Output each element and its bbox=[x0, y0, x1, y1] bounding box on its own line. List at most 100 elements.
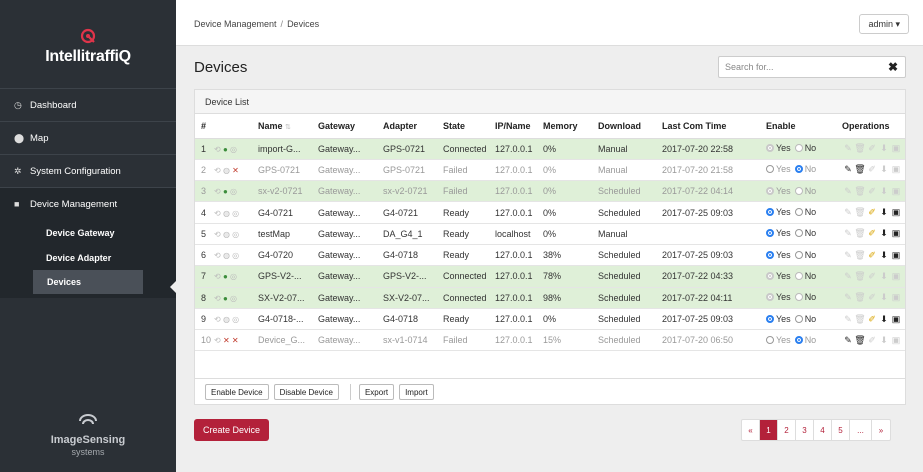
enable-radio-yes[interactable]: Yes bbox=[766, 207, 791, 217]
trash-icon[interactable]: 🗑 bbox=[854, 271, 866, 282]
edit-icon[interactable]: ✎ bbox=[842, 186, 854, 197]
nav-system-configuration[interactable]: ✲ System Configuration bbox=[0, 154, 176, 187]
disable-device-button[interactable]: Disable Device bbox=[273, 384, 339, 400]
wrench-icon[interactable]: ✐ bbox=[866, 207, 878, 218]
wrench-icon[interactable]: ✐ bbox=[866, 292, 878, 303]
enable-device-button[interactable]: Enable Device bbox=[205, 384, 269, 400]
pagination-ellipsis[interactable]: ... bbox=[850, 420, 872, 440]
edit-icon[interactable]: ✎ bbox=[842, 164, 854, 175]
table-row[interactable]: 4 ⟲ ◍ ◎ G4-0721 Gateway... G4-0721 Ready 127.0… bbox=[195, 201, 905, 224]
table-row[interactable]: 10 ⟲ ✕ ✕ Device_G... Gateway... sx-v1-0714 Fa… bbox=[195, 329, 905, 352]
wrench-icon[interactable]: ✐ bbox=[866, 271, 878, 282]
edit-icon[interactable]: ✎ bbox=[842, 314, 854, 325]
log-icon[interactable]: ▣ bbox=[890, 207, 902, 218]
nav-devices[interactable]: Devices bbox=[33, 270, 143, 294]
trash-icon[interactable]: 🗑 bbox=[854, 292, 866, 303]
enable-radio-yes[interactable]: Yes bbox=[766, 335, 791, 345]
log-icon[interactable]: ▣ bbox=[890, 314, 902, 325]
edit-icon[interactable]: ✎ bbox=[842, 228, 854, 239]
enable-radio-no[interactable]: No bbox=[794, 228, 816, 238]
table-row[interactable]: 1 ⟲ ● ◎ import-G... Gateway... GPS-0721 Conne… bbox=[195, 138, 905, 160]
wrench-icon[interactable]: ✐ bbox=[866, 228, 878, 239]
table-row[interactable]: 9 ⟲ ◍ ◎ G4-0718-... Gateway... G4-0718 Ready 1… bbox=[195, 308, 905, 331]
download-icon[interactable]: ⬇ bbox=[878, 250, 890, 261]
enable-radio-yes[interactable]: Yes bbox=[766, 314, 791, 324]
download-icon[interactable]: ⬇ bbox=[878, 164, 890, 175]
enable-radio-no[interactable]: No bbox=[794, 335, 816, 345]
import-button[interactable]: Import bbox=[399, 384, 434, 400]
brand[interactable]: IntellitraffiQ bbox=[0, 0, 176, 88]
trash-icon[interactable]: 🗑 bbox=[854, 250, 866, 261]
edit-icon[interactable]: ✎ bbox=[842, 250, 854, 261]
clear-search-icon[interactable]: ✖ bbox=[888, 60, 898, 74]
table-row[interactable]: 6 ⟲ ◍ ◎ G4-0720 Gateway... G4-0718 Ready 127.0… bbox=[195, 244, 905, 267]
wrench-icon[interactable]: ✐ bbox=[866, 314, 878, 325]
pagination-page-4[interactable]: 4 bbox=[814, 420, 832, 440]
wrench-icon[interactable]: ✐ bbox=[866, 143, 878, 154]
pagination-prev[interactable]: « bbox=[742, 420, 760, 440]
enable-radio-yes[interactable]: Yes bbox=[766, 250, 791, 260]
log-icon[interactable]: ▣ bbox=[890, 186, 902, 197]
download-icon[interactable]: ⬇ bbox=[878, 143, 890, 154]
enable-radio-no[interactable]: No bbox=[794, 143, 816, 153]
column-header[interactable]: Name ⇅ bbox=[252, 114, 312, 139]
download-icon[interactable]: ⬇ bbox=[878, 292, 890, 303]
enable-radio-no[interactable]: No bbox=[794, 292, 816, 302]
enable-radio-yes[interactable]: Yes bbox=[766, 292, 791, 302]
log-icon[interactable]: ▣ bbox=[890, 271, 902, 282]
trash-icon[interactable]: 🗑 bbox=[854, 207, 866, 218]
log-icon[interactable]: ▣ bbox=[890, 164, 902, 175]
trash-icon[interactable]: 🗑 bbox=[854, 228, 866, 239]
enable-radio-no[interactable]: No bbox=[794, 186, 816, 196]
table-row[interactable]: 8 ⟲ ● ◎ SX-V2-07... Gateway... SX-V2-07... Co… bbox=[195, 287, 905, 309]
wrench-icon[interactable]: ✐ bbox=[866, 164, 878, 175]
user-menu-button[interactable]: admin ▾ bbox=[859, 14, 909, 34]
download-icon[interactable]: ⬇ bbox=[878, 314, 890, 325]
enable-radio-yes[interactable]: Yes bbox=[766, 164, 791, 174]
enable-radio-yes[interactable]: Yes bbox=[766, 143, 791, 153]
edit-icon[interactable]: ✎ bbox=[842, 292, 854, 303]
download-icon[interactable]: ⬇ bbox=[878, 335, 890, 346]
enable-radio-no[interactable]: No bbox=[794, 314, 816, 324]
nav-map[interactable]: ⬤ Map bbox=[0, 121, 176, 154]
log-icon[interactable]: ▣ bbox=[890, 143, 902, 154]
log-icon[interactable]: ▣ bbox=[890, 335, 902, 346]
trash-icon[interactable]: 🗑 bbox=[854, 143, 866, 154]
search-input[interactable] bbox=[719, 57, 879, 77]
nav-dashboard[interactable]: ◷ Dashboard bbox=[0, 88, 176, 121]
table-row[interactable]: 5 ⟲ ◍ ◎ testMap Gateway... DA_G4_1 Ready local… bbox=[195, 223, 905, 245]
enable-radio-no[interactable]: No bbox=[794, 271, 816, 281]
table-row[interactable]: 2 ⟲ ◍ ✕ GPS-0721 Gateway... GPS-0721 Failed 12… bbox=[195, 159, 905, 182]
export-button[interactable]: Export bbox=[358, 384, 395, 400]
enable-radio-yes[interactable]: Yes bbox=[766, 228, 791, 238]
edit-icon[interactable]: ✎ bbox=[842, 271, 854, 282]
enable-radio-no[interactable]: No bbox=[794, 207, 816, 217]
nav-device-management[interactable]: ■ Device Management bbox=[0, 187, 176, 220]
wrench-icon[interactable]: ✐ bbox=[866, 186, 878, 197]
nav-device-adapter[interactable]: Device Adapter bbox=[0, 245, 176, 270]
edit-icon[interactable]: ✎ bbox=[842, 207, 854, 218]
download-icon[interactable]: ⬇ bbox=[878, 271, 890, 282]
log-icon[interactable]: ▣ bbox=[890, 292, 902, 303]
edit-icon[interactable]: ✎ bbox=[842, 143, 854, 154]
table-row[interactable]: 3 ⟲ ● ◎ sx-v2-0721 Gateway... sx-v2-0721 Fail… bbox=[195, 180, 905, 203]
enable-radio-yes[interactable]: Yes bbox=[766, 271, 791, 281]
pagination-next[interactable]: » bbox=[872, 420, 890, 440]
edit-icon[interactable]: ✎ bbox=[842, 335, 854, 346]
breadcrumb-parent[interactable]: Device Management bbox=[194, 19, 277, 29]
log-icon[interactable]: ▣ bbox=[890, 228, 902, 239]
sort-icon[interactable]: ⇅ bbox=[285, 124, 291, 131]
pagination-page-5[interactable]: 5 bbox=[832, 420, 850, 440]
trash-icon[interactable]: 🗑 bbox=[854, 314, 866, 325]
download-icon[interactable]: ⬇ bbox=[878, 207, 890, 218]
enable-radio-no[interactable]: No bbox=[794, 164, 816, 174]
trash-icon[interactable]: 🗑 bbox=[854, 186, 866, 197]
download-icon[interactable]: ⬇ bbox=[878, 186, 890, 197]
pagination-page-2[interactable]: 2 bbox=[778, 420, 796, 440]
trash-icon[interactable]: 🗑 bbox=[854, 335, 866, 346]
enable-radio-no[interactable]: No bbox=[794, 250, 816, 260]
pagination-page-1[interactable]: 1 bbox=[760, 420, 778, 440]
download-icon[interactable]: ⬇ bbox=[878, 228, 890, 239]
wrench-icon[interactable]: ✐ bbox=[866, 250, 878, 261]
table-row[interactable]: 7 ⟲ ● ◎ GPS-V2-... Gateway... GPS-V2-... Conn… bbox=[195, 265, 905, 288]
